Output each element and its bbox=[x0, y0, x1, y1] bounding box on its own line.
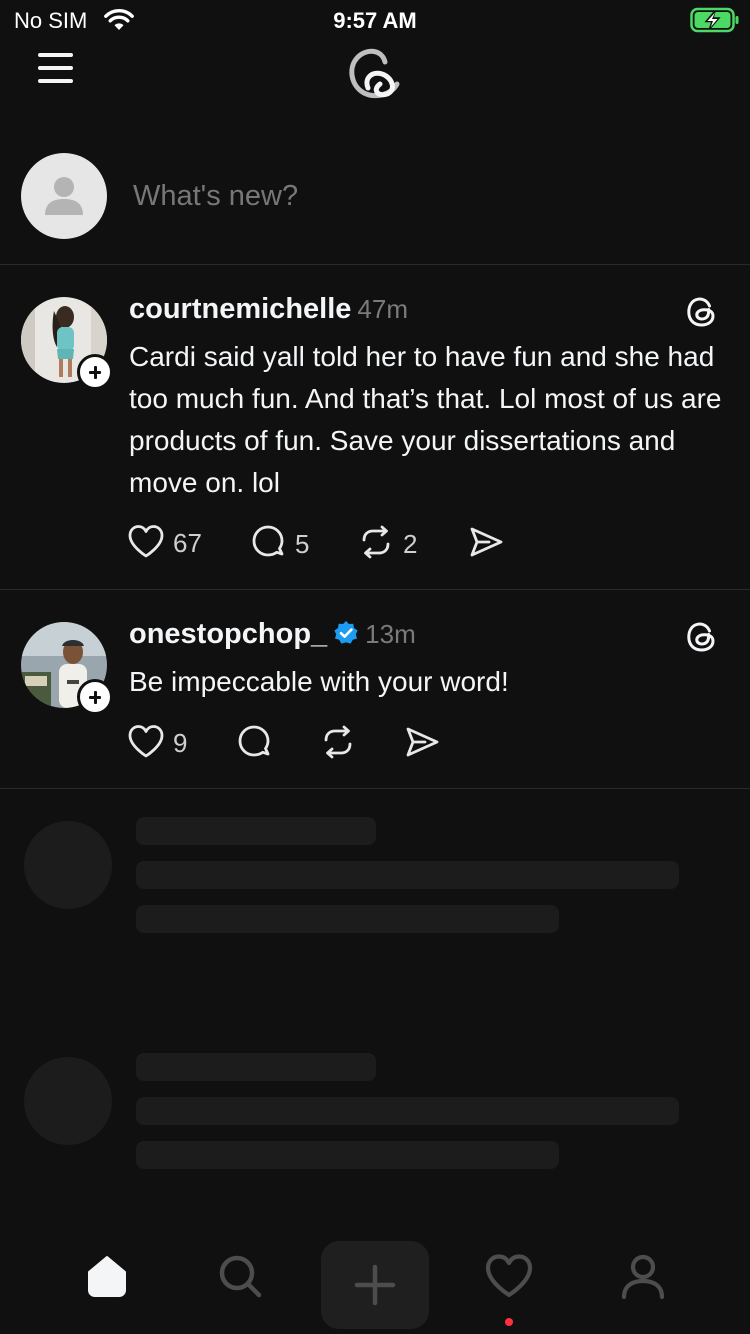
like-button[interactable]: 9 bbox=[127, 723, 187, 764]
skeleton-line bbox=[136, 1141, 559, 1169]
heart-icon bbox=[127, 523, 165, 564]
threads-logo[interactable] bbox=[342, 38, 406, 102]
post-text: Cardi said yall told her to have fun and… bbox=[129, 341, 722, 498]
compose-icon[interactable] bbox=[321, 1241, 429, 1329]
share-button[interactable] bbox=[467, 523, 505, 566]
post-time: 13m bbox=[365, 619, 416, 649]
menu-icon[interactable] bbox=[38, 53, 74, 83]
follow-plus-button[interactable] bbox=[77, 354, 113, 390]
heart-icon bbox=[127, 723, 165, 764]
repost-button[interactable]: 2 bbox=[357, 523, 417, 566]
post-username[interactable]: onestopchop_ bbox=[129, 618, 327, 650]
skeleton-line bbox=[136, 817, 376, 845]
skeleton-line bbox=[136, 1053, 376, 1081]
reply-button[interactable] bbox=[235, 723, 273, 766]
search-icon[interactable] bbox=[210, 1246, 270, 1306]
notification-dot bbox=[505, 1318, 513, 1326]
share-button[interactable] bbox=[403, 723, 441, 766]
battery-charging-icon bbox=[690, 7, 740, 38]
comment-icon bbox=[249, 523, 287, 566]
post[interactable]: courtnemichelle 47m Cardi said yall told … bbox=[0, 265, 750, 590]
repost-count: 2 bbox=[403, 529, 418, 559]
post-username[interactable]: courtnemichelle bbox=[129, 293, 351, 325]
skeleton-line bbox=[136, 1097, 679, 1125]
skeleton-line bbox=[136, 905, 559, 933]
repost-icon bbox=[319, 723, 357, 766]
post-text: Be impeccable with your word! bbox=[129, 666, 509, 697]
threads-icon[interactable] bbox=[684, 294, 720, 330]
send-icon bbox=[403, 723, 441, 766]
follow-plus-button[interactable] bbox=[77, 679, 113, 715]
reply-count: 5 bbox=[295, 529, 310, 559]
whats-new-input[interactable]: What's new? bbox=[133, 180, 298, 213]
post[interactable]: onestopchop_ 13m Be impeccable with your… bbox=[0, 590, 750, 789]
threads-icon[interactable] bbox=[684, 619, 720, 655]
post-time: 47m bbox=[357, 294, 408, 324]
status-bar: No SIM 9:57 AM bbox=[0, 0, 750, 40]
skeleton-avatar bbox=[24, 821, 112, 909]
home-icon[interactable] bbox=[77, 1246, 137, 1306]
skeleton-line bbox=[136, 861, 679, 889]
comment-icon bbox=[235, 723, 273, 766]
reply-button[interactable]: 5 bbox=[249, 523, 309, 566]
repost-icon bbox=[357, 523, 395, 566]
send-icon bbox=[467, 523, 505, 566]
post-header: onestopchop_ 13m bbox=[129, 618, 416, 654]
composer[interactable]: What's new? bbox=[0, 140, 750, 265]
activity-icon[interactable] bbox=[479, 1246, 539, 1306]
bottom-nav bbox=[0, 1236, 750, 1334]
post-actions: 67 5 2 bbox=[127, 523, 527, 563]
repost-button[interactable] bbox=[319, 723, 357, 766]
post-actions: 9 bbox=[127, 723, 447, 763]
status-time: 9:57 AM bbox=[333, 8, 417, 33]
like-button[interactable]: 67 bbox=[127, 523, 202, 564]
profile-icon[interactable] bbox=[613, 1246, 673, 1306]
post-header: courtnemichelle 47m bbox=[129, 293, 408, 326]
skeleton-avatar bbox=[24, 1057, 112, 1145]
like-count: 9 bbox=[173, 728, 188, 758]
verified-badge-icon bbox=[333, 620, 359, 654]
like-count: 67 bbox=[173, 528, 202, 558]
default-avatar-icon[interactable] bbox=[21, 153, 107, 239]
